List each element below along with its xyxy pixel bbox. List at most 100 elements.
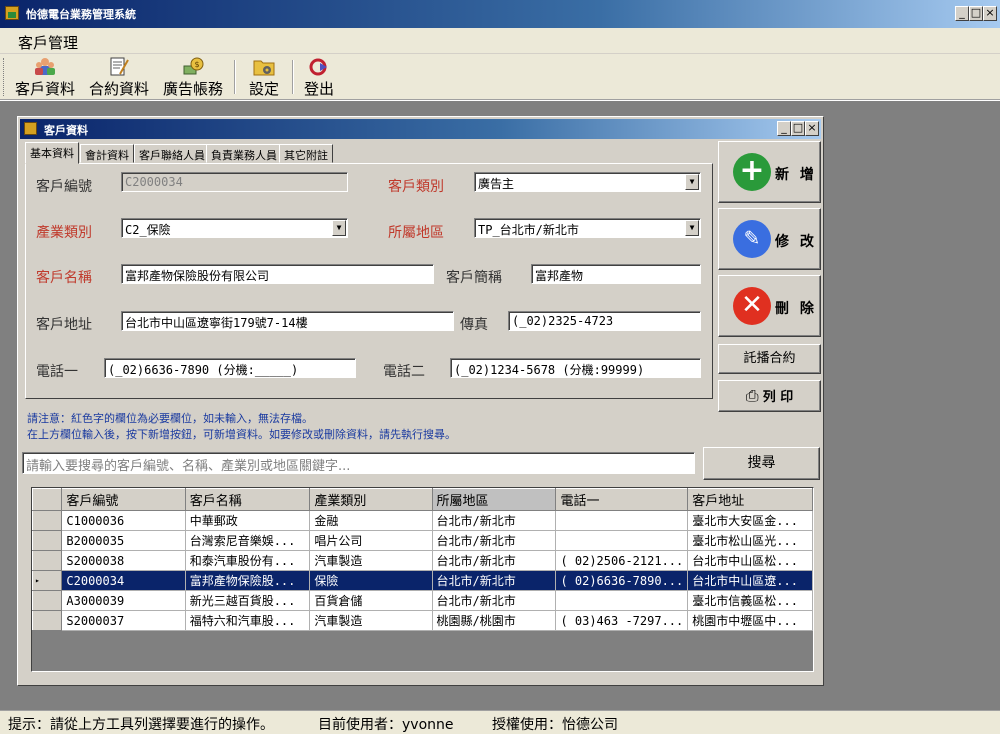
search-input[interactable]: 請輸入要搜尋的客戶編號、名稱、產業別或地區關鍵字... [22, 452, 695, 474]
chevron-down-icon[interactable]: ▼ [685, 220, 699, 236]
row-header[interactable] [32, 550, 63, 571]
table-cell[interactable]: 台北市/新北市 [432, 590, 557, 611]
table-cell[interactable]: 桃園市中壢區中... [687, 610, 813, 631]
table-row[interactable]: S2000038 和泰汽車股份有... 汽車製造 台北市/新北市( 02)2506-2… [32, 550, 813, 571]
tab-other-notes[interactable]: 其它附註 [279, 144, 333, 163]
customer-id-label: 客戶編號 [36, 179, 92, 195]
table-cell[interactable]: ( 02)2506-2121... [555, 550, 689, 571]
search-button[interactable]: 搜尋 [703, 447, 820, 480]
table-cell[interactable]: ( 03)463 -7297... [555, 610, 689, 631]
toolbar-logout-button[interactable]: 登出 [300, 56, 338, 98]
table-cell[interactable] [555, 530, 689, 551]
table-row[interactable]: S2000037 福特六和汽車股... 汽車製造 桃園縣/桃園市( 03)463 -7… [32, 610, 813, 631]
row-header[interactable] [32, 530, 63, 551]
table-cell[interactable]: 台北市中山區松... [687, 550, 813, 571]
table-cell[interactable]: 中華郵政 [185, 510, 311, 531]
chevron-down-icon[interactable]: ▼ [332, 220, 346, 236]
table-cell[interactable]: 富邦產物保險股... [185, 570, 311, 591]
add-button[interactable]: + 新 增 [718, 141, 821, 203]
table-cell[interactable]: C1000036 [61, 510, 186, 531]
toolbar-contract-data-button[interactable]: 合約資料 [86, 56, 152, 98]
table-cell[interactable] [555, 510, 689, 531]
table-cell[interactable]: 台北市中山區遼... [687, 570, 813, 591]
region-label: 所屬地區 [388, 225, 444, 241]
table-cell[interactable]: 金融 [309, 510, 433, 531]
table-cell[interactable]: 新光三越百貨股... [185, 590, 311, 611]
table-cell[interactable]: A3000039 [61, 590, 186, 611]
table-row[interactable]: C1000036 中華郵政 金融 台北市/新北市 臺北市大安區金... [32, 510, 813, 531]
table-cell[interactable]: 保險 [309, 570, 433, 591]
tab-contacts[interactable]: 客戶聯絡人員 [134, 144, 210, 163]
child-maximize-button[interactable]: □ [791, 121, 805, 136]
table-cell[interactable]: 台北市/新北市 [432, 510, 557, 531]
column-header-industry[interactable]: 產業類別 [309, 488, 433, 511]
title-bar: 怡德電台業務管理系統 _ □ × [0, 0, 1000, 28]
child-close-button[interactable]: × [805, 121, 819, 136]
close-button[interactable]: × [983, 6, 997, 21]
table-cell[interactable]: 台北市/新北市 [432, 550, 557, 571]
table-cell[interactable]: 唱片公司 [309, 530, 433, 551]
table-cell[interactable]: ( 02)6636-7890... [555, 570, 689, 591]
table-cell[interactable]: 桃園縣/桃園市 [432, 610, 557, 631]
table-cell[interactable]: 臺北市松山區光... [687, 530, 813, 551]
industry-select[interactable]: C2_保險 ▼ [121, 218, 348, 238]
customer-name-field[interactable]: 富邦產物保險股份有限公司 [121, 264, 434, 284]
table-cell[interactable]: 台灣索尼音樂娛... [185, 530, 311, 551]
column-header-customer-id[interactable]: 客戶編號 [61, 488, 186, 511]
fax-field[interactable]: (_02)2325-4723 [508, 311, 701, 331]
delete-button[interactable]: ✕ 刪 除 [718, 275, 821, 337]
basic-info-panel: 客戶編號 C2000034 客戶類別 廣告主 ▼ 產業類別 C2_保險 ▼ 所屬… [25, 163, 713, 399]
customer-type-select[interactable]: 廣告主 ▼ [474, 172, 701, 192]
chevron-down-icon[interactable]: ▼ [685, 174, 699, 190]
table-cell[interactable]: 台北市/新北市 [432, 530, 557, 551]
minimize-button[interactable]: _ [955, 6, 969, 21]
table-cell[interactable]: 福特六和汽車股... [185, 610, 311, 631]
table-cell[interactable]: 汽車製造 [309, 550, 433, 571]
table-cell[interactable]: 汽車製造 [309, 610, 433, 631]
table-cell[interactable] [555, 590, 689, 611]
phone1-field[interactable]: (_02)6636-7890 (分機:_____) [104, 358, 356, 378]
table-cell[interactable]: 臺北市大安區金... [687, 510, 813, 531]
table-row[interactable]: B2000035 台灣索尼音樂娛... 唱片公司 台北市/新北市 臺北市松山區光... [32, 530, 813, 551]
table-cell[interactable]: 臺北市信義區松... [687, 590, 813, 611]
table-cell[interactable]: S2000038 [61, 550, 186, 571]
broadcast-contract-button[interactable]: 託播合約 [718, 344, 821, 374]
table-cell[interactable]: B2000035 [61, 530, 186, 551]
table-cell[interactable]: C2000034 [61, 570, 186, 591]
print-button-label: 列 印 [762, 390, 794, 405]
toolbar-settings-button[interactable]: 設定 [244, 56, 284, 98]
row-header[interactable] [32, 510, 63, 531]
print-button[interactable]: ⎙ 列 印 [718, 380, 821, 412]
table-cell[interactable]: S2000037 [61, 610, 186, 631]
table-row[interactable]: ▸ C2000034 富邦產物保險股... 保險 台北市/新北市( 02)6636-78… [32, 570, 813, 591]
address-field[interactable]: 台北市中山區遼寧街179號7-14樓 [121, 311, 454, 331]
table-cell[interactable]: 百貨倉儲 [309, 590, 433, 611]
region-select[interactable]: TP_台北市/新北市 ▼ [474, 218, 701, 238]
toolbar-grip[interactable] [3, 58, 6, 96]
table-row[interactable]: A3000039 新光三越百貨股... 百貨倉儲 台北市/新北市 臺北市信義區松... [32, 590, 813, 611]
toolbar-ad-accounts-button[interactable]: $ 廣告帳務 [160, 56, 226, 98]
toolbar-label: 合約資料 [88, 80, 149, 98]
column-header-phone1[interactable]: 電話一 [555, 488, 689, 511]
child-minimize-button[interactable]: _ [777, 121, 791, 136]
menu-customer-management[interactable]: 客戶管理 [18, 32, 78, 53]
tab-accounting[interactable]: 會計資料 [80, 144, 134, 163]
row-header[interactable] [32, 590, 63, 611]
table-cell[interactable]: 台北市/新北市 [432, 570, 557, 591]
row-header[interactable] [32, 610, 63, 631]
svg-text:$: $ [195, 60, 200, 69]
maximize-button[interactable]: □ [969, 6, 983, 21]
coins-icon: $ [182, 56, 204, 78]
table-cell[interactable]: 和泰汽車股份有... [185, 550, 311, 571]
column-header-region[interactable]: 所屬地區 [431, 488, 557, 511]
tab-basic-info[interactable]: 基本資料 [25, 142, 79, 164]
phone2-field[interactable]: (_02)1234-5678 (分機:99999) [450, 358, 701, 378]
short-name-field[interactable]: 富邦產物 [531, 264, 701, 284]
tab-sales-reps[interactable]: 負責業務人員 [206, 144, 282, 163]
toolbar-customer-data-button[interactable]: 客戶資料 [12, 56, 78, 98]
column-header-address[interactable]: 客戶地址 [687, 488, 813, 511]
edit-button[interactable]: ✎ 修 改 [718, 208, 821, 270]
column-header-customer-name[interactable]: 客戶名稱 [184, 488, 311, 511]
status-current-user: 目前使用者：yvonne [318, 717, 454, 733]
current-row-indicator-icon[interactable]: ▸ [32, 570, 63, 591]
